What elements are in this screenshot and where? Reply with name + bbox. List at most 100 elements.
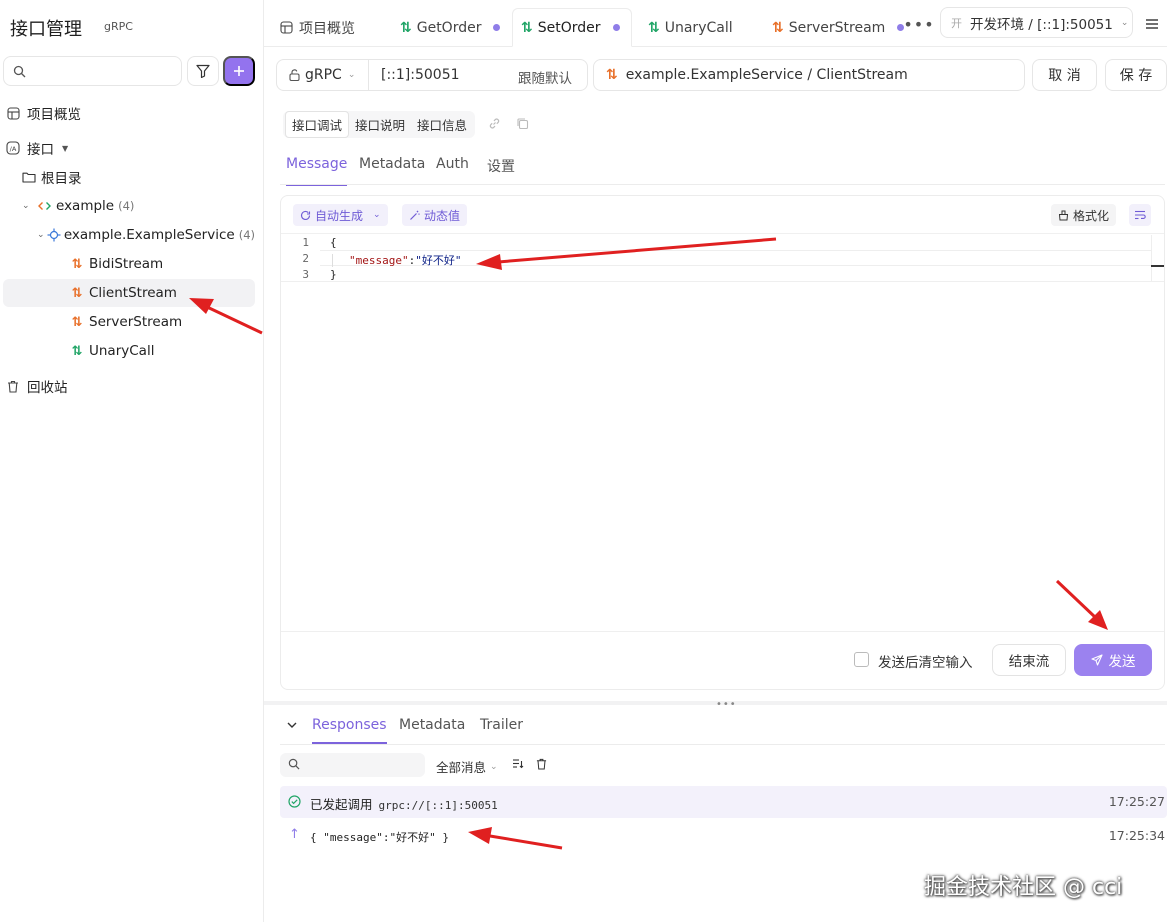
sidebar-search-input[interactable] [34, 62, 174, 82]
response-search[interactable] [280, 753, 425, 777]
service-method-field[interactable]: ⇅ example.ExampleService / ClientStream [593, 59, 1025, 91]
stream-method-icon: ⇅ [71, 256, 83, 272]
filter-button[interactable] [187, 56, 219, 86]
tab-unarycall[interactable]: ⇅ UnaryCall [640, 8, 741, 47]
tab-overview[interactable]: 项目概览 [272, 8, 363, 47]
tab-label: SetOrder [537, 19, 601, 36]
response-row[interactable]: 已发起调用 grpc://[::1]:50051 17:25:27 [280, 786, 1167, 818]
sidebar-item-example-service[interactable]: ⌄ example.ExampleService (4) [3, 221, 255, 249]
sidebar-item-trash[interactable]: 回收站 [3, 372, 255, 400]
timestamp: 17:25:34 [1108, 828, 1165, 843]
sidebar-item-api[interactable]: /A 接口 ▼ [3, 134, 255, 162]
menu-button[interactable] [1140, 12, 1164, 36]
plus-icon [233, 65, 245, 77]
wrap-toggle-button[interactable] [1129, 204, 1151, 226]
search-icon [13, 65, 26, 78]
code-line-2[interactable]: "message":"好不好" [330, 252, 461, 268]
editor-scrollbar[interactable] [1151, 235, 1164, 281]
trash-icon [536, 758, 547, 770]
message-filter-select[interactable]: 全部消息 ⌄ [436, 757, 498, 776]
sort-button[interactable] [512, 758, 524, 769]
service-icon [47, 228, 61, 242]
chevron-down-icon[interactable]: ⌄ [373, 210, 381, 220]
url-input[interactable]: [::1]:50051 跟随默认 [369, 59, 588, 91]
save-button[interactable]: 保 存 [1105, 59, 1167, 91]
sidebar-item-root[interactable]: 根目录 [3, 163, 255, 191]
sidebar-item-unarycall[interactable]: ⇅ UnaryCall [3, 337, 255, 365]
overview-icon [280, 21, 293, 34]
link-icon[interactable] [488, 117, 501, 130]
dynamic-value-button[interactable]: 动态值 [402, 204, 468, 226]
line-number: 2 [302, 252, 309, 265]
format-label: 格式化 [1073, 208, 1110, 223]
splitter-grip-icon[interactable]: ••• [716, 699, 737, 710]
call-url: grpc://[::1]:50051 [378, 799, 498, 812]
message-filter-label: 全部消息 [436, 760, 487, 775]
environment-select[interactable]: 开 开发环境 / [::1]:50051 ⌄ [940, 7, 1133, 38]
subtab-debug[interactable]: 接口调试 [285, 111, 350, 138]
tab-message[interactable]: Message [286, 156, 348, 186]
unsaved-dot [493, 24, 501, 31]
copy-icon[interactable] [516, 117, 529, 130]
caret-down-icon: ▼ [62, 143, 69, 153]
sidebar-item-label: UnaryCall [89, 343, 155, 359]
clear-after-send-checkbox[interactable] [854, 652, 869, 667]
url-follow-default[interactable]: 跟随默认 [518, 67, 572, 87]
cancel-button[interactable]: 取 消 [1032, 59, 1097, 91]
collapse-button[interactable] [285, 718, 299, 732]
trash-icon [5, 380, 21, 393]
sidebar-item-label: 根目录 [41, 171, 82, 187]
dynamic-value-label: 动态值 [424, 208, 461, 223]
timestamp: 17:25:27 [1108, 794, 1165, 809]
sidebar-item-label: ServerStream [89, 314, 183, 330]
sidebar: 接口管理 gRPC 项目概览 /A 接口 ▼ 根目录 ⌄ example (4)… [0, 0, 264, 922]
clear-responses-button[interactable] [536, 758, 547, 770]
check-circle-icon [288, 795, 301, 808]
tab-getorder[interactable]: ⇅ GetOrder [392, 8, 508, 47]
tab-setorder[interactable]: ⇅ SetOrder [512, 8, 632, 47]
code-line-1[interactable]: { [330, 236, 337, 249]
more-tabs-button[interactable]: ••• [903, 14, 934, 34]
add-button[interactable] [223, 56, 255, 86]
tab-serverstream[interactable]: ⇅ ServerStream [764, 8, 912, 47]
protocol-label: gRPC [305, 67, 342, 83]
code-line-3[interactable]: } [330, 268, 337, 281]
tab-auth[interactable]: Auth [436, 156, 469, 184]
wrap-icon [1135, 210, 1146, 220]
tab-divider [280, 744, 1165, 745]
json-key: "message" [349, 254, 409, 267]
sort-icon [513, 759, 524, 769]
send-label: 发送 [1108, 654, 1136, 670]
sidebar-search[interactable] [3, 56, 182, 86]
tab-metadata[interactable]: Metadata [359, 156, 425, 184]
response-message: { "message":"好不好" } [310, 831, 449, 844]
chevron-down-icon [287, 722, 297, 728]
sidebar-item-bidistream[interactable]: ⇅ BidiStream [3, 250, 255, 278]
sidebar-item-overview[interactable]: 项目概览 [3, 99, 255, 127]
tab-response-trailer[interactable]: Trailer [480, 717, 523, 744]
overview-icon [5, 106, 21, 120]
message-editor-panel [280, 195, 1165, 690]
send-button[interactable]: 发送 [1074, 644, 1152, 676]
line-number: 1 [302, 236, 309, 249]
auto-generate-button[interactable]: 自动生成 ⌄ [293, 204, 388, 226]
subtab-doc[interactable]: 接口说明 [349, 112, 411, 137]
sidebar-item-example[interactable]: ⌄ example (4) [3, 192, 255, 220]
stream-method-icon: ⇅ [71, 285, 83, 301]
search-icon [288, 758, 300, 770]
tab-label: UnaryCall [664, 19, 733, 36]
end-stream-button[interactable]: 结束流 [992, 644, 1066, 676]
tab-settings[interactable]: 设置 [487, 156, 515, 184]
response-row[interactable]: ↑ { "message":"好不好" } 17:25:34 [280, 820, 1167, 852]
arrow-up-icon: ↑ [289, 827, 300, 842]
cursor-marker [1151, 265, 1164, 267]
tab-response-metadata[interactable]: Metadata [399, 717, 465, 744]
format-button[interactable]: 格式化 [1051, 204, 1117, 226]
sidebar-item-serverstream[interactable]: ⇅ ServerStream [3, 308, 255, 336]
sidebar-item-label: 接口 [27, 142, 54, 158]
protocol-select[interactable]: gRPC ⌄ [276, 59, 369, 91]
subtab-info[interactable]: 接口信息 [411, 112, 473, 137]
api-icon: /A [5, 141, 21, 155]
tab-responses[interactable]: Responses [312, 717, 387, 744]
sidebar-item-clientstream[interactable]: ⇅ ClientStream [3, 279, 255, 307]
